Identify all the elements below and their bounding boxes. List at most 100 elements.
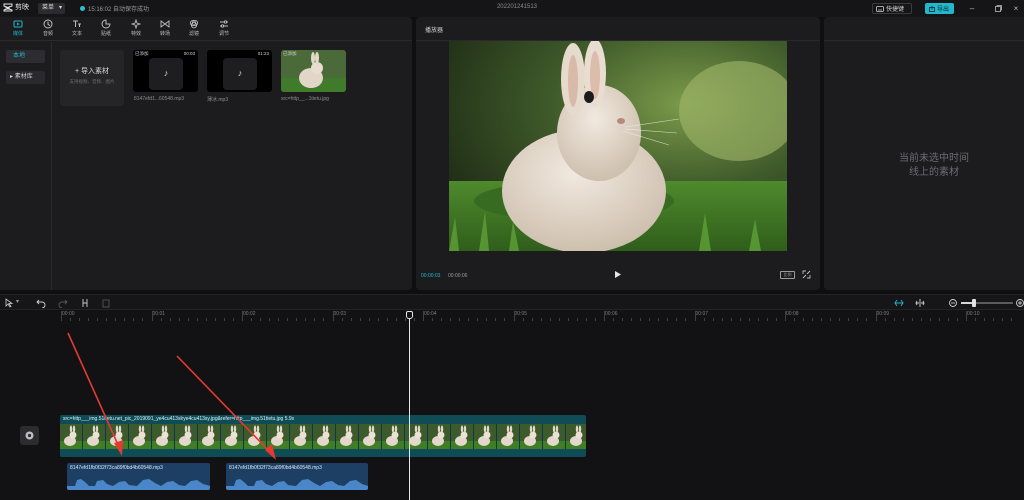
ruler-tick bbox=[377, 318, 379, 321]
ruler-tick bbox=[604, 311, 605, 321]
ruler-tick bbox=[223, 318, 225, 321]
tab-effects[interactable]: 特效 bbox=[123, 19, 149, 39]
ruler-label: 00:07 bbox=[695, 311, 709, 317]
select-cursor-icon[interactable] bbox=[4, 298, 14, 308]
shortcut-button[interactable]: 快捷键 bbox=[872, 3, 912, 14]
ruler-tick bbox=[1011, 318, 1013, 321]
timeline[interactable]: 00:00 00:01 00:02 00:03 00:04 00:05 00:06 00:07… bbox=[0, 310, 1024, 500]
ruler-tick bbox=[748, 318, 750, 321]
aspect-ratio-button[interactable]: 比例 bbox=[780, 271, 795, 279]
undo-icon[interactable] bbox=[36, 298, 46, 308]
audio-clip[interactable]: 8147efd1fb0f32f73ca89f0bd4b60548.mp3 bbox=[67, 463, 210, 490]
zoom-slider-handle[interactable] bbox=[972, 299, 976, 307]
minimize-icon[interactable]: – bbox=[966, 2, 978, 14]
nav-local[interactable]: 本地 bbox=[6, 50, 45, 63]
time-ruler[interactable]: 00:00 00:01 00:02 00:03 00:04 00:05 00:06 00:07… bbox=[0, 310, 1024, 322]
title-bar: 剪映 菜单 ▾ 15:16:02 自动保存成功 202201241513 快捷键… bbox=[0, 0, 1024, 17]
ruler-tick bbox=[115, 318, 117, 321]
close-icon[interactable]: × bbox=[1010, 2, 1022, 14]
tab-transition[interactable]: 转场 bbox=[152, 19, 178, 39]
ruler-tick bbox=[178, 318, 180, 321]
ruler-tick bbox=[441, 318, 443, 321]
export-button[interactable]: 导出 bbox=[925, 3, 954, 14]
zoom-slider[interactable] bbox=[961, 299, 1013, 307]
ruler-tick bbox=[423, 311, 424, 321]
ruler-tick bbox=[594, 318, 596, 321]
audio-icon bbox=[43, 19, 53, 29]
transition-icon bbox=[160, 20, 170, 28]
ruler-tick bbox=[278, 318, 280, 321]
tab-sticker[interactable]: 贴纸 bbox=[93, 19, 119, 39]
ruler-tick bbox=[106, 318, 108, 321]
import-hint: 支持视频、音频、图片 bbox=[69, 79, 115, 84]
ruler-tick bbox=[305, 318, 307, 321]
audio-waveform bbox=[226, 479, 368, 490]
ruler-tick bbox=[97, 318, 99, 321]
snap-icon[interactable] bbox=[915, 298, 925, 308]
video-preview[interactable] bbox=[449, 41, 787, 251]
ruler-tick bbox=[993, 318, 995, 321]
ruler-tick bbox=[70, 318, 72, 321]
playhead[interactable] bbox=[409, 314, 410, 500]
player-title: 播放器 bbox=[425, 28, 444, 34]
ruler-tick bbox=[712, 318, 714, 321]
tab-media-label: 媒体 bbox=[12, 31, 23, 37]
tab-filter[interactable]: 滤镜 bbox=[181, 19, 207, 39]
video-thumbnail bbox=[543, 424, 566, 449]
media-item-audio-2[interactable]: 01:23 ♪ bbox=[207, 50, 272, 92]
import-media-button[interactable]: + 导入素材 支持视频、音频、图片 bbox=[60, 50, 124, 106]
ruler-tick bbox=[794, 318, 796, 321]
chevron-down-icon[interactable]: ▾ bbox=[16, 298, 19, 305]
video-clip[interactable]: src=http___img.51tietu.net_pic_2019091_y… bbox=[60, 415, 586, 457]
ruler-label: 00:04 bbox=[424, 311, 437, 317]
link-icon[interactable] bbox=[894, 298, 904, 308]
tab-audio[interactable]: 音频 bbox=[35, 19, 61, 39]
video-thumbnail bbox=[152, 424, 175, 449]
ruler-tick bbox=[938, 318, 940, 321]
ruler-tick bbox=[251, 318, 253, 321]
redo-icon[interactable] bbox=[58, 298, 68, 308]
ruler-tick bbox=[812, 318, 814, 321]
ruler-tick bbox=[857, 318, 859, 321]
ruler-label: 00:09 bbox=[876, 311, 890, 317]
ruler-label: 00:08 bbox=[786, 311, 799, 317]
ruler-tick bbox=[703, 318, 705, 321]
ruler-label: 00:00 bbox=[62, 311, 75, 317]
media-item-name: src=http__...1tietu.jpg bbox=[281, 96, 329, 102]
media-panel: 媒体 音频 文本 贴纸 特效 转场 滤镜 调节 本地 ▸ 素材库 + 导入素材 … bbox=[0, 17, 412, 290]
ruler-label: 00:03 bbox=[333, 311, 347, 317]
ruler-tick bbox=[739, 318, 741, 321]
ruler-tick bbox=[350, 318, 352, 321]
tab-media[interactable]: 媒体 bbox=[5, 19, 31, 39]
media-item-image[interactable]: 已添加 bbox=[281, 50, 346, 92]
video-thumbnail bbox=[566, 424, 586, 449]
ruler-tick bbox=[386, 318, 388, 321]
zoom-in-icon[interactable] bbox=[1015, 298, 1024, 308]
media-item-name: 薄冰.mp3 bbox=[207, 97, 229, 103]
split-icon[interactable] bbox=[80, 298, 90, 308]
ruler-tick bbox=[477, 318, 479, 321]
maximize-icon[interactable] bbox=[992, 2, 1004, 14]
ruler-tick bbox=[676, 318, 678, 321]
playhead-handle[interactable] bbox=[406, 311, 413, 319]
properties-panel: 当前未选中时间 线上的素材 bbox=[824, 17, 1024, 290]
audio-clip[interactable]: 8147efd1fb0f32f73ca89f0bd4b60548.mp3 bbox=[226, 463, 368, 490]
ruler-tick bbox=[133, 318, 135, 321]
ruler-tick bbox=[513, 311, 515, 321]
ruler-tick bbox=[468, 318, 470, 321]
fullscreen-icon[interactable] bbox=[802, 270, 811, 279]
ruler-tick bbox=[875, 311, 877, 321]
tab-adjust[interactable]: 调节 bbox=[211, 19, 237, 39]
zoom-out-icon[interactable] bbox=[948, 298, 958, 308]
ruler-tick bbox=[975, 318, 977, 321]
play-icon[interactable] bbox=[614, 270, 622, 279]
tab-text[interactable]: 文本 bbox=[64, 19, 90, 39]
media-item-audio-1[interactable]: 已添加 00:03 ♪ bbox=[133, 50, 198, 92]
delete-icon[interactable] bbox=[101, 298, 111, 308]
ruler-tick bbox=[522, 318, 524, 321]
ruler-label: 00:05 bbox=[514, 311, 528, 317]
ruler-tick bbox=[585, 318, 587, 321]
tab-text-label: 文本 bbox=[71, 31, 82, 37]
main-track-toggle[interactable] bbox=[20, 426, 39, 445]
nav-material-library[interactable]: ▸ 素材库 bbox=[6, 71, 45, 84]
